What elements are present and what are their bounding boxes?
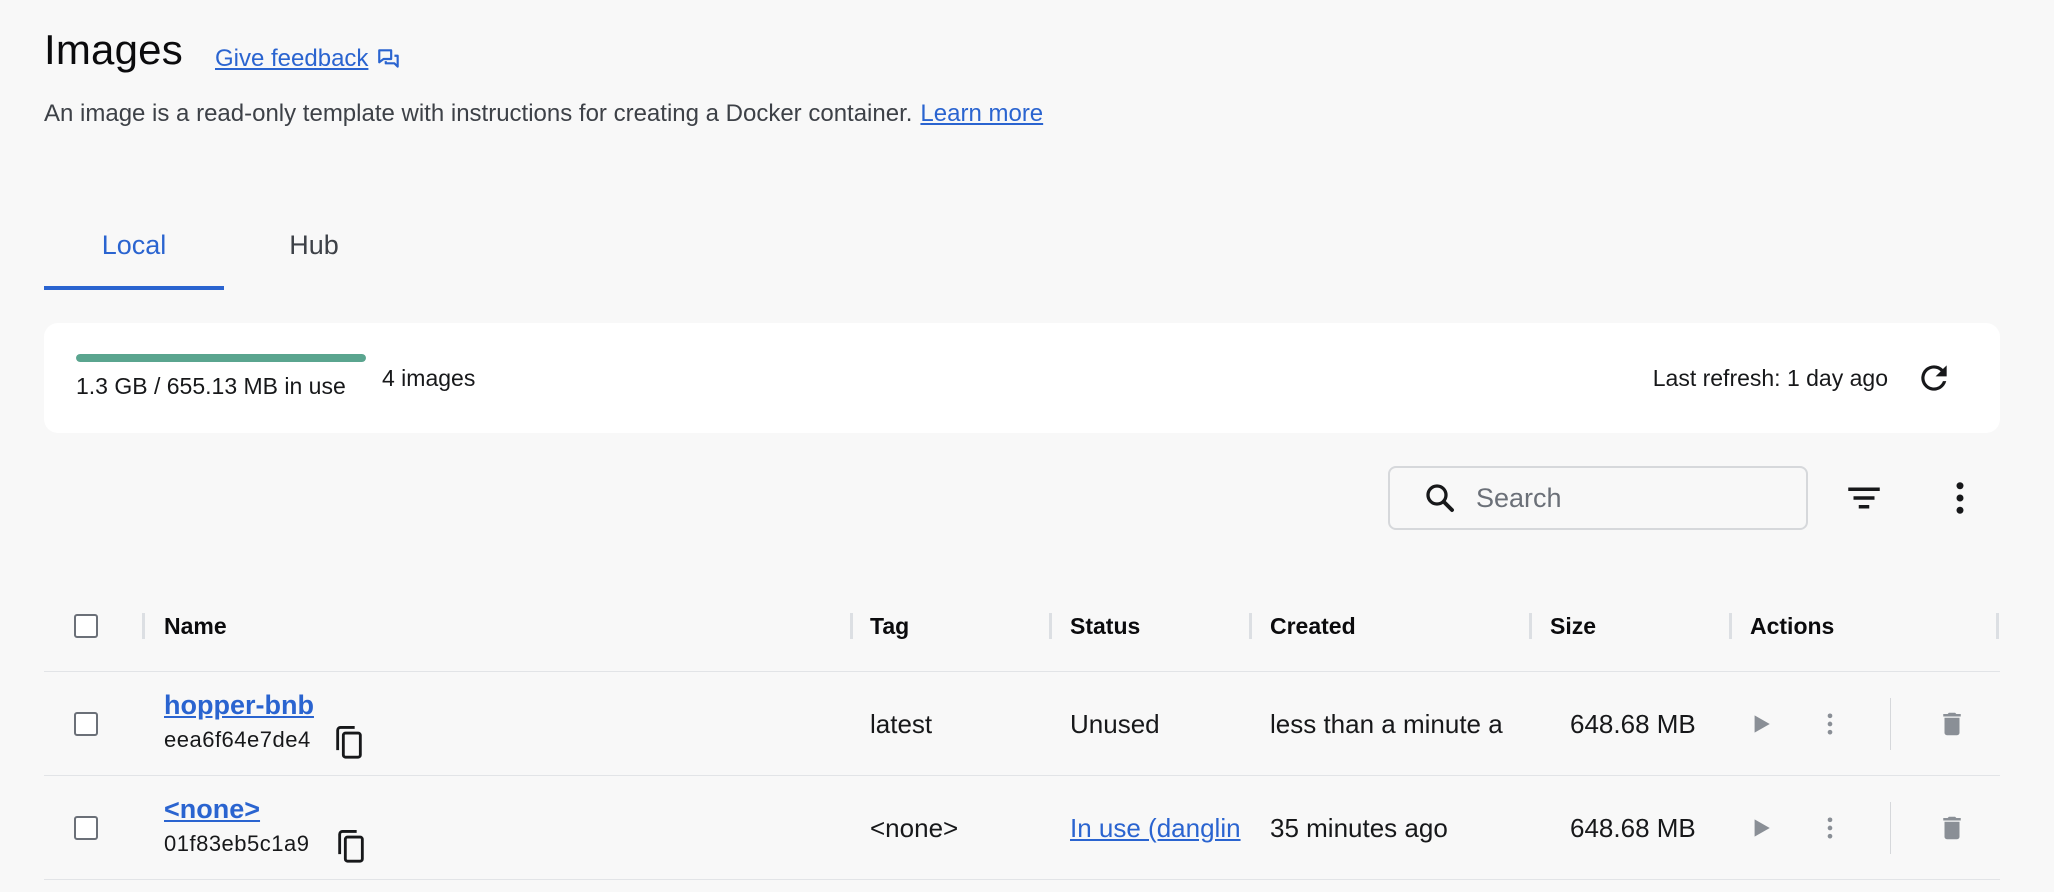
image-id: eea6f64e7de4 bbox=[164, 727, 311, 752]
image-status: Unused bbox=[1070, 708, 1160, 739]
image-tag: latest bbox=[870, 708, 933, 739]
image-count: 4 images bbox=[382, 365, 476, 391]
tab-local[interactable]: Local bbox=[44, 200, 224, 290]
column-separator bbox=[1049, 613, 1052, 639]
column-separator bbox=[1996, 613, 1999, 639]
disk-usage-text: 1.3 GB / 655.13 MB in use bbox=[76, 373, 346, 399]
copy-icon bbox=[338, 830, 364, 863]
more-vert-icon bbox=[1827, 713, 1833, 735]
delete-button[interactable] bbox=[1932, 808, 1972, 848]
row-checkbox[interactable] bbox=[74, 816, 98, 840]
image-size: 648.68 MB bbox=[1570, 708, 1696, 739]
image-created: 35 minutes ago bbox=[1270, 812, 1448, 843]
search-icon bbox=[1426, 484, 1454, 512]
give-feedback-link[interactable]: Give feedback bbox=[215, 45, 402, 73]
play-icon bbox=[1754, 819, 1770, 837]
column-header-created[interactable]: Created bbox=[1270, 580, 1356, 672]
last-refresh-text: Last refresh: 1 day ago bbox=[1652, 365, 1888, 391]
disk-usage-fill bbox=[76, 354, 366, 362]
search-input[interactable] bbox=[1476, 482, 1756, 514]
more-options-button[interactable] bbox=[1934, 472, 1986, 524]
learn-more-link[interactable]: Learn more bbox=[920, 100, 1043, 127]
table-row: <none> 01f83eb5c1a9 <none> In use (dangl… bbox=[44, 776, 2000, 880]
filter-button[interactable] bbox=[1838, 472, 1890, 524]
feedback-icon bbox=[378, 49, 400, 68]
delete-button[interactable] bbox=[1932, 704, 1972, 744]
tab-hub[interactable]: Hub bbox=[224, 200, 404, 290]
column-separator bbox=[1249, 613, 1252, 639]
image-created: less than a minute a bbox=[1270, 708, 1503, 739]
image-status-link[interactable]: In use (danglin bbox=[1070, 813, 1241, 844]
row-more-button[interactable] bbox=[1810, 808, 1850, 848]
row-more-button[interactable] bbox=[1810, 704, 1850, 744]
search-box[interactable] bbox=[1388, 466, 1808, 530]
more-vert-icon bbox=[1956, 482, 1964, 514]
column-header-name[interactable]: Name bbox=[164, 580, 227, 672]
images-table: Name Tag Status Created Size Actions hop… bbox=[44, 580, 2000, 880]
give-feedback-label: Give feedback bbox=[215, 45, 369, 72]
page-title: Images bbox=[44, 26, 183, 73]
table-header: Name Tag Status Created Size Actions bbox=[44, 580, 2000, 672]
trash-icon bbox=[1943, 712, 1961, 736]
action-divider bbox=[1890, 698, 1891, 750]
copy-id-button[interactable] bbox=[332, 724, 366, 762]
table-row: hopper-bnb eea6f64e7de4 latest Unused le… bbox=[44, 672, 2000, 776]
storage-summary-panel: 1.3 GB / 655.13 MB in use 4 images Last … bbox=[44, 323, 2000, 433]
trash-icon bbox=[1943, 816, 1961, 840]
column-separator bbox=[1729, 613, 1732, 639]
column-header-size[interactable]: Size bbox=[1550, 580, 1596, 672]
image-tag: <none> bbox=[870, 812, 959, 843]
play-icon bbox=[1754, 715, 1770, 733]
run-button[interactable] bbox=[1740, 808, 1780, 848]
image-name-link[interactable]: hopper-bnb bbox=[164, 690, 314, 721]
row-checkbox[interactable] bbox=[74, 712, 98, 736]
filter-icon bbox=[1848, 487, 1880, 509]
refresh-icon bbox=[1921, 365, 1947, 391]
refresh-button[interactable] bbox=[1914, 358, 1954, 398]
copy-id-button[interactable] bbox=[334, 828, 368, 866]
disk-usage-bar bbox=[76, 354, 366, 362]
column-header-actions: Actions bbox=[1750, 612, 1835, 639]
more-vert-icon bbox=[1827, 817, 1833, 839]
run-button[interactable] bbox=[1740, 704, 1780, 744]
image-name-link[interactable]: <none> bbox=[164, 794, 260, 825]
page-description: An image is a read-only template with in… bbox=[44, 100, 1043, 128]
copy-icon bbox=[336, 726, 362, 759]
action-divider bbox=[1890, 802, 1891, 854]
select-all-checkbox[interactable] bbox=[74, 614, 98, 638]
description-text: An image is a read-only template with in… bbox=[44, 100, 913, 127]
column-separator bbox=[142, 613, 145, 639]
image-size: 648.68 MB bbox=[1570, 812, 1696, 843]
images-page: Images Give feedback An image is a read-… bbox=[0, 0, 2054, 892]
tab-bar: Local Hub bbox=[44, 200, 404, 290]
column-header-tag[interactable]: Tag bbox=[870, 580, 909, 672]
column-header-status[interactable]: Status bbox=[1070, 580, 1140, 672]
image-id: 01f83eb5c1a9 bbox=[164, 831, 310, 856]
column-separator bbox=[1529, 613, 1532, 639]
image-status-cell: In use (danglin bbox=[1070, 776, 1250, 880]
column-separator bbox=[850, 613, 853, 639]
